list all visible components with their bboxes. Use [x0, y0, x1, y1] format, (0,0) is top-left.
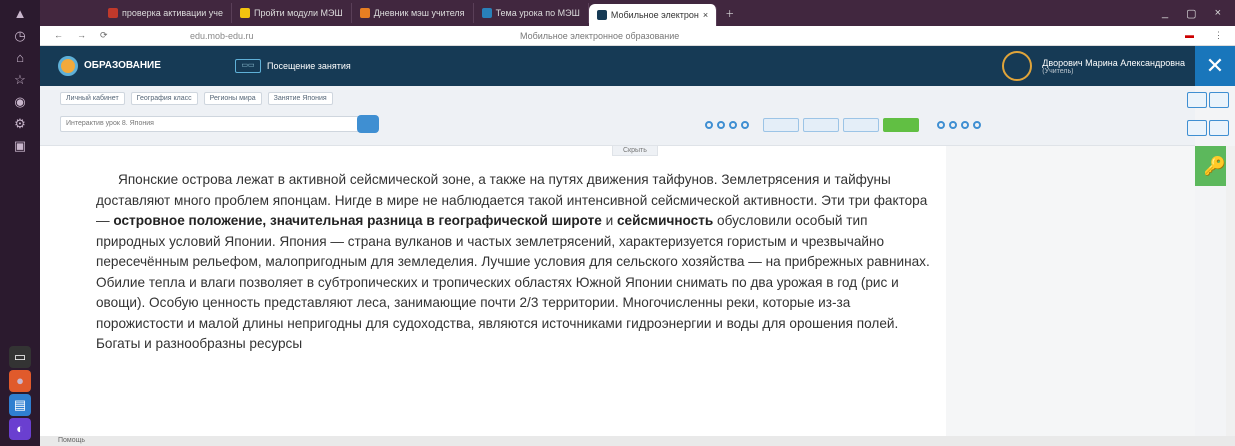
step-icon[interactable]: [973, 121, 981, 129]
side-gutter: [946, 146, 1195, 436]
browser-icon[interactable]: ◐: [9, 418, 31, 440]
slide-segment[interactable]: [763, 118, 799, 132]
breadcrumb: Личный кабинет География класс Регионы м…: [60, 92, 333, 105]
user-role: (Учитель): [1042, 67, 1074, 75]
url-field[interactable]: edu.mob-edu.ru: [190, 31, 520, 41]
new-tab-button[interactable]: ＋: [717, 3, 742, 23]
breadcrumb-item[interactable]: География класс: [130, 92, 198, 105]
bookmark-icon[interactable]: ⌂: [9, 47, 31, 69]
browser-tab[interactable]: Дневник мэш учителя: [352, 3, 474, 23]
breadcrumb-item[interactable]: Занятие Япония: [267, 92, 333, 105]
maximize-button[interactable]: ▢: [1186, 7, 1196, 20]
tab-close-icon[interactable]: ×: [703, 10, 708, 20]
address-bar: ← → ⟳ edu.mob-edu.ru Мобильное электронн…: [40, 26, 1235, 46]
os-dock: ▲ ◷ ⌂ ☆ ◉ ⚙ ▣ ▭ ● ▤ ◐: [0, 0, 40, 446]
lesson-content: Японские острова лежат в активной сейсми…: [40, 156, 946, 436]
tool-button[interactable]: [1209, 92, 1229, 108]
playback-controls: [705, 118, 981, 132]
browser-tab[interactable]: Тема урока по МЭШ: [474, 3, 589, 23]
app-header: ОБРАЗОВАНИЕ ▭▭ Посещение занятия Дворови…: [40, 46, 1195, 86]
window-close-button[interactable]: ×: [1215, 7, 1221, 20]
breadcrumb-item[interactable]: Личный кабинет: [60, 92, 125, 105]
app-logo[interactable]: ОБРАЗОВАНИЕ: [40, 56, 235, 76]
terminal-icon[interactable]: ▭: [9, 346, 31, 368]
avatar: [1002, 51, 1033, 81]
logo-icon: [58, 56, 78, 76]
lesson-icon: ▭▭: [235, 59, 261, 73]
paragraph: Японские острова лежат в активной сейсми…: [96, 172, 930, 351]
prev-icon[interactable]: [729, 121, 737, 129]
forward-icon[interactable]: →: [77, 30, 86, 41]
close-icon[interactable]: ✕: [1195, 46, 1235, 86]
star-icon[interactable]: ☆: [9, 69, 31, 91]
back-icon[interactable]: ←: [54, 30, 63, 41]
tool-button[interactable]: [1187, 120, 1207, 136]
status-bar: Помощь: [40, 436, 1235, 446]
settings-icon[interactable]: ⚙: [9, 113, 31, 135]
media-icon[interactable]: ◉: [9, 91, 31, 113]
page-title: Мобильное электронное образование: [520, 30, 680, 41]
lesson-select[interactable]: Интерактив урок 8. Япония: [60, 115, 379, 133]
zoom-in-icon[interactable]: [717, 121, 725, 129]
window-icon[interactable]: ▣: [9, 135, 31, 157]
slide-segment[interactable]: [843, 118, 879, 132]
chat-icon[interactable]: ▤: [9, 394, 31, 416]
browser-tab[interactable]: Пройти модули МЭШ: [232, 3, 352, 23]
clock-icon[interactable]: ◷: [9, 25, 31, 47]
menu-icon[interactable]: ⋮: [1214, 30, 1223, 41]
select-go-button[interactable]: [357, 115, 379, 133]
color-app-icon[interactable]: ●: [9, 370, 31, 392]
user-info[interactable]: Дворович Марина Александровна (Учитель): [1002, 51, 1195, 81]
zoom-out-icon[interactable]: [705, 121, 713, 129]
tool-button[interactable]: [1187, 92, 1207, 108]
apps-icon[interactable]: ▲: [9, 3, 31, 25]
extension-icon[interactable]: ▬: [1185, 30, 1194, 41]
browser-tab-active[interactable]: Мобильное электрон ×: [588, 4, 718, 26]
browser-tab[interactable]: проверка активации уче: [100, 3, 232, 23]
tool-button[interactable]: [1209, 120, 1229, 136]
lesson-text: Японские острова лежат в активной сейсми…: [40, 156, 946, 355]
lesson-toolbar: Личный кабинет География класс Регионы м…: [40, 86, 1195, 146]
reload-icon[interactable]: ⟳: [100, 30, 108, 41]
step-icon[interactable]: [937, 121, 945, 129]
browser-tab-strip: проверка активации уче Пройти модули МЭШ…: [40, 0, 1235, 26]
slide-segment-active[interactable]: [883, 118, 919, 132]
scrollbar[interactable]: [1226, 146, 1235, 436]
slide-segment[interactable]: [803, 118, 839, 132]
edit-icon[interactable]: [741, 121, 749, 129]
step-icon[interactable]: [961, 121, 969, 129]
lesson-visit-button[interactable]: ▭▭ Посещение занятия: [235, 59, 351, 73]
step-icon[interactable]: [949, 121, 957, 129]
user-name: Дворович Марина Александровна: [1042, 57, 1185, 68]
breadcrumb-item[interactable]: Регионы мира: [203, 92, 262, 105]
minimize-button[interactable]: _: [1162, 7, 1168, 20]
hide-toolbar-button[interactable]: Скрыть: [612, 146, 658, 156]
